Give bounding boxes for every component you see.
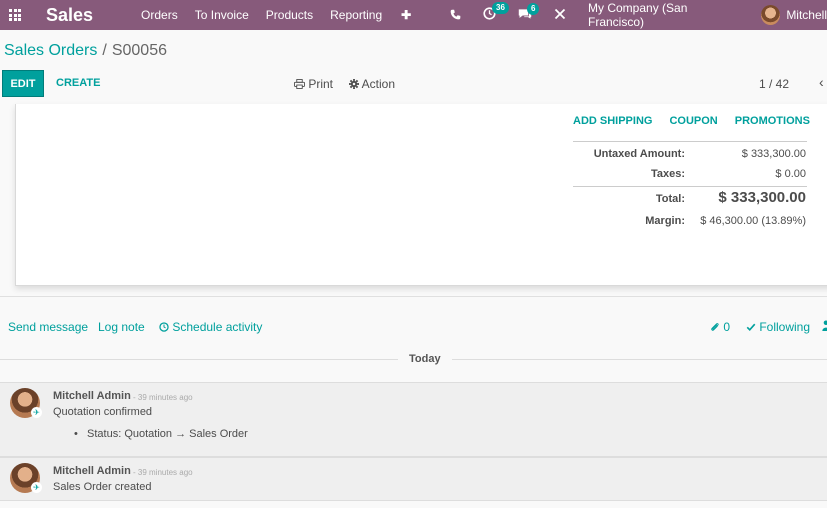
top-navbar: Sales Orders To Invoice Products Reporti… [0, 0, 827, 30]
message-time: - 39 minutes ago [133, 468, 193, 477]
schedule-activity-label: Schedule activity [172, 320, 263, 334]
main-menu: Orders To Invoice Products Reporting ✚ [141, 8, 428, 22]
phone-icon[interactable] [450, 8, 461, 23]
followers-icon[interactable] [822, 320, 827, 334]
coupon-button[interactable]: COUPON [669, 115, 717, 127]
chatter-message [0, 457, 827, 501]
margin-value: $ 46,300.00 (13.89%) [700, 215, 806, 227]
total-divider [573, 186, 807, 187]
taxes-value: $ 0.00 [775, 168, 806, 180]
apps-grid-icon [9, 9, 21, 21]
plane-icon: ✈ [31, 407, 42, 418]
company-switcher[interactable]: My Company (San Francisco) [588, 1, 740, 29]
untaxed-amount-value: $ 333,300.00 [741, 148, 806, 160]
order-links: ADD SHIPPING COUPON PROMOTIONS [573, 115, 827, 127]
message-body: Quotation confirmed [53, 406, 153, 418]
chevron-left-icon[interactable]: ‹ [819, 74, 824, 90]
breadcrumb-separator: / [102, 42, 107, 59]
activities-clock-icon[interactable]: 36 [483, 2, 509, 23]
app-name[interactable]: Sales [46, 5, 93, 26]
tracking-text: Status: Quotation → Sales Order [87, 428, 248, 440]
send-message-button[interactable]: Send message [8, 320, 88, 334]
menu-orders[interactable]: Orders [141, 8, 178, 22]
schedule-activity-button[interactable]: Schedule activity [159, 320, 262, 334]
following-label: Following [759, 320, 811, 334]
apps-menu-button[interactable] [4, 0, 26, 30]
total-value: $ 333,300.00 [718, 189, 806, 206]
messages-badge: 6 [527, 2, 540, 15]
print-button[interactable]: Print [294, 77, 333, 91]
totals-divider [573, 141, 807, 142]
user-avatar[interactable] [761, 5, 781, 25]
menu-reporting[interactable]: Reporting [330, 8, 382, 22]
message-time: - 39 minutes ago [133, 393, 193, 402]
menu-to-invoice[interactable]: To Invoice [195, 8, 249, 22]
promotions-button[interactable]: PROMOTIONS [735, 115, 810, 127]
add-shipping-button[interactable]: ADD SHIPPING [573, 115, 652, 127]
plane-icon: ✈ [31, 482, 42, 493]
message-author[interactable]: Mitchell Admin [53, 465, 131, 477]
tracking-value: • Status: Quotation → Sales Order [74, 428, 248, 440]
pager-value[interactable]: 1 / 42 [759, 77, 789, 91]
breadcrumb-sales-orders[interactable]: Sales Orders [4, 42, 97, 59]
plus-icon[interactable]: ✚ [401, 8, 411, 22]
separator-line-right [452, 359, 827, 360]
message-body: Sales Order created [53, 481, 152, 493]
edit-button[interactable]: EDIT [2, 70, 44, 97]
paperclip-icon [711, 323, 719, 331]
check-icon [746, 323, 756, 331]
systray: 36 6 My Company (San Francisco) Mitchell [450, 0, 827, 30]
today-label: Today [409, 353, 441, 365]
date-separator: Today [0, 352, 827, 366]
printer-icon [294, 79, 305, 89]
gear-icon [349, 79, 359, 89]
breadcrumb-current: S00056 [111, 42, 167, 59]
attachments-button[interactable]: 0 [710, 320, 730, 334]
log-note-button[interactable]: Log note [98, 320, 145, 334]
activities-badge: 36 [492, 2, 509, 14]
separator-line-left [0, 359, 398, 360]
menu-products[interactable]: Products [266, 8, 313, 22]
debug-tools-icon[interactable] [554, 8, 566, 23]
attachments-count: 0 [723, 320, 731, 334]
action-button[interactable]: Action [349, 77, 395, 91]
following-button[interactable]: Following [746, 320, 810, 334]
create-button[interactable]: CREATE [56, 77, 100, 89]
action-label: Action [361, 77, 396, 91]
user-menu[interactable]: Mitchell [786, 8, 827, 22]
breadcrumb: Sales Orders / S00056 [4, 42, 167, 60]
messages-chat-icon[interactable]: 6 [518, 2, 540, 23]
clock-icon [159, 322, 169, 332]
message-author[interactable]: Mitchell Admin [53, 390, 131, 402]
print-label: Print [308, 77, 334, 91]
